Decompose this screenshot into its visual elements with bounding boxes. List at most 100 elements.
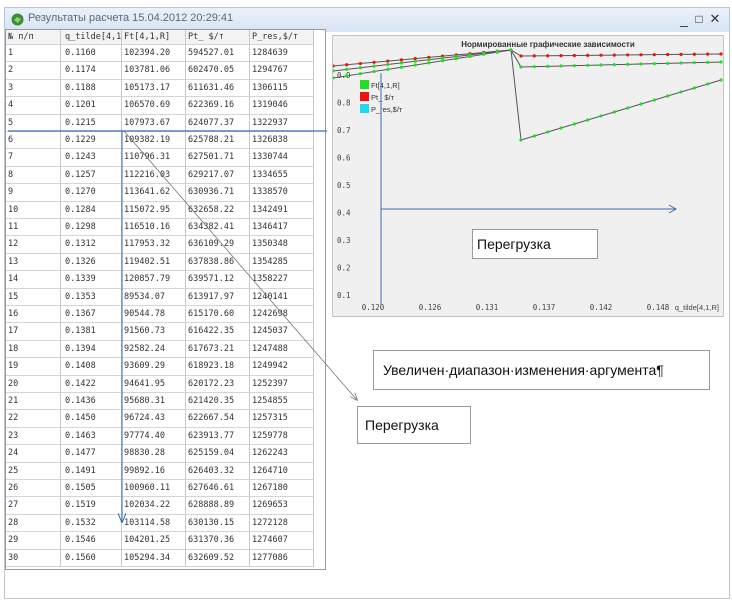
cell-q[interactable]: 0.1201 [61, 97, 122, 115]
cell-num[interactable]: 6 [6, 132, 61, 150]
cell-q[interactable]: 0.1546 [61, 532, 122, 550]
cell-num[interactable]: 25 [6, 462, 61, 480]
table-row[interactable]: 22 0.1450 96724.43 622667.54 1257315 [6, 410, 325, 428]
cell-ft[interactable]: 100960.11 [122, 480, 186, 498]
cell-pres[interactable]: 1269653 [250, 497, 314, 515]
cell-ft[interactable]: 94641.95 [122, 375, 186, 393]
cell-q[interactable]: 0.1312 [61, 236, 122, 254]
cell-q[interactable]: 0.1450 [61, 410, 122, 428]
table-row[interactable]: 20 0.1422 94641.95 620172.23 1252397 [6, 375, 325, 393]
cell-pt[interactable]: 620172.23 [186, 375, 250, 393]
cell-ft[interactable]: 113641.62 [122, 184, 186, 202]
cell-pt[interactable]: 618923.18 [186, 358, 250, 376]
cell-pt[interactable]: 636109.29 [186, 236, 250, 254]
cell-num[interactable]: 21 [6, 393, 61, 411]
cell-q[interactable]: 0.1160 [61, 45, 122, 63]
cell-ft[interactable]: 89534.07 [122, 288, 186, 306]
cell-q[interactable]: 0.1367 [61, 306, 122, 324]
cell-pt[interactable]: 625788.21 [186, 132, 250, 150]
cell-pres[interactable]: 1262243 [250, 445, 314, 463]
close-button[interactable]: ✕ [708, 11, 722, 27]
cell-ft[interactable]: 117953.32 [122, 236, 186, 254]
table-row[interactable]: 18 0.1394 92582.24 617673.21 1247488 [6, 340, 325, 359]
cell-num[interactable]: 18 [6, 340, 61, 359]
cell-pres[interactable]: 1326838 [250, 132, 314, 150]
cell-pres[interactable]: 1338570 [250, 184, 314, 202]
cell-num[interactable]: 11 [6, 219, 61, 237]
cell-pt[interactable]: 627501.71 [186, 149, 250, 167]
table-row[interactable]: 4 0.1201 106570.69 622369.16 1319046 [6, 97, 325, 115]
cell-q[interactable]: 0.1284 [61, 201, 122, 219]
cell-num[interactable]: 24 [6, 445, 61, 463]
cell-num[interactable]: 8 [6, 166, 61, 185]
cell-num[interactable]: 5 [6, 114, 61, 132]
table-row[interactable]: 14 0.1339 120857.79 639571.12 1358227 [6, 271, 325, 289]
table-row[interactable]: 9 0.1270 113641.62 630936.71 1338570 [6, 184, 325, 202]
table-row[interactable]: 29 0.1546 104201.25 631370.36 1274607 [6, 532, 325, 550]
cell-q[interactable]: 0.1188 [61, 79, 122, 98]
cell-q[interactable]: 0.1229 [61, 132, 122, 150]
cell-ft[interactable]: 112216.03 [122, 166, 186, 185]
cell-ft[interactable]: 103114.58 [122, 514, 186, 533]
cell-pt[interactable]: 602470.05 [186, 62, 250, 80]
cell-q[interactable]: 0.1408 [61, 358, 122, 376]
cell-pres[interactable]: 1245037 [250, 323, 314, 341]
cell-pt[interactable]: 617673.21 [186, 340, 250, 359]
cell-pt[interactable]: 629217.07 [186, 166, 250, 185]
cell-pt[interactable]: 626403.32 [186, 462, 250, 480]
cell-q[interactable]: 0.1505 [61, 480, 122, 498]
cell-ft[interactable]: 91560.73 [122, 323, 186, 341]
cell-num[interactable]: 22 [6, 410, 61, 428]
cell-ft[interactable]: 104201.25 [122, 532, 186, 550]
table-row[interactable]: 13 0.1326 119402.51 637838.86 1354285 [6, 253, 325, 272]
cell-q[interactable]: 0.1339 [61, 271, 122, 289]
table-row[interactable]: 15 0.1353 89534.07 613917.97 1240141 [6, 288, 325, 306]
cell-num[interactable]: 23 [6, 427, 61, 446]
cell-q[interactable]: 0.1326 [61, 253, 122, 272]
cell-pres[interactable]: 1259778 [250, 427, 314, 446]
cell-pres[interactable]: 1240141 [250, 288, 314, 306]
minimize-button[interactable]: _ [677, 11, 691, 27]
cell-q[interactable]: 0.1491 [61, 462, 122, 480]
cell-ft[interactable]: 102394.20 [122, 45, 186, 63]
cell-ft[interactable]: 105173.17 [122, 79, 186, 98]
cell-num[interactable]: 2 [6, 62, 61, 80]
cell-pt[interactable]: 624077.37 [186, 114, 250, 132]
cell-pt[interactable]: 615170.60 [186, 306, 250, 324]
cell-q[interactable]: 0.1381 [61, 323, 122, 341]
cell-num[interactable]: 15 [6, 288, 61, 306]
maximize-button[interactable]: □ [692, 11, 706, 27]
cell-pres[interactable]: 1330744 [250, 149, 314, 167]
cell-num[interactable]: 14 [6, 271, 61, 289]
table-row[interactable]: 30 0.1560 105294.34 632609.52 1277086 [6, 549, 325, 567]
cell-q[interactable]: 0.1298 [61, 219, 122, 237]
cell-pres[interactable]: 1247488 [250, 340, 314, 359]
cell-pres[interactable]: 1322937 [250, 114, 314, 132]
cell-pt[interactable]: 622369.16 [186, 97, 250, 115]
cell-num[interactable]: 12 [6, 236, 61, 254]
table-row[interactable]: 19 0.1408 93609.29 618923.18 1249942 [6, 358, 325, 376]
cell-pres[interactable]: 1346417 [250, 219, 314, 237]
cell-num[interactable]: 27 [6, 497, 61, 515]
cell-pres[interactable]: 1354285 [250, 253, 314, 272]
table-row[interactable]: 26 0.1505 100960.11 627646.61 1267180 [6, 480, 325, 498]
cell-q[interactable]: 0.1477 [61, 445, 122, 463]
cell-num[interactable]: 1 [6, 45, 61, 63]
cell-q[interactable]: 0.1436 [61, 393, 122, 411]
table-row[interactable]: 28 0.1532 103114.58 630130.15 1272128 [6, 514, 325, 533]
cell-pres[interactable]: 1342491 [250, 201, 314, 219]
cell-num[interactable]: 29 [6, 532, 61, 550]
cell-pt[interactable]: 594527.01 [186, 45, 250, 63]
cell-pt[interactable]: 634382.41 [186, 219, 250, 237]
table-row[interactable]: 5 0.1215 107973.67 624077.37 1322937 [6, 114, 325, 132]
cell-ft[interactable]: 98830.28 [122, 445, 186, 463]
table-row[interactable]: 12 0.1312 117953.32 636109.29 1350348 [6, 236, 325, 254]
cell-pres[interactable]: 1254855 [250, 393, 314, 411]
cell-pres[interactable]: 1267180 [250, 480, 314, 498]
cell-num[interactable]: 4 [6, 97, 61, 115]
cell-num[interactable]: 19 [6, 358, 61, 376]
cell-num[interactable]: 16 [6, 306, 61, 324]
cell-pres[interactable]: 1242698 [250, 306, 314, 324]
cell-pres[interactable]: 1274607 [250, 532, 314, 550]
cell-pt[interactable]: 623913.77 [186, 427, 250, 446]
